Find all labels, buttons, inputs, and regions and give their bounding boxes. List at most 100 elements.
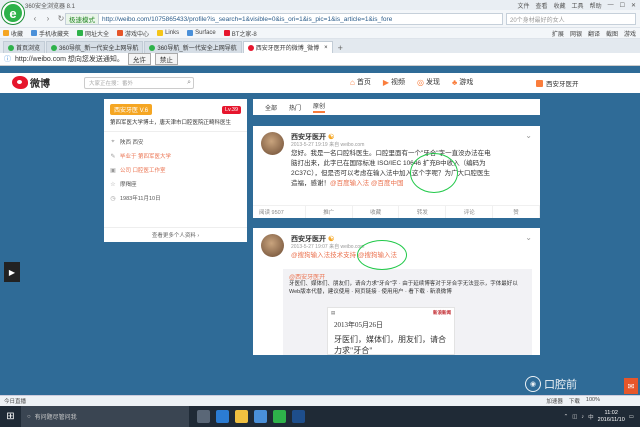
nav-discover[interactable]: ◎ 发现: [417, 77, 440, 87]
network-icon[interactable]: ◫: [572, 414, 577, 420]
store-icon[interactable]: [254, 410, 267, 423]
browser-logo-icon[interactable]: e: [2, 2, 24, 24]
tab-360-nav-2[interactable]: 360导航_新一代安全上网导航: [144, 41, 242, 53]
avatar[interactable]: [261, 234, 284, 257]
home-icon: ⌂: [350, 77, 355, 87]
weibo-search-input[interactable]: 大家正在搜：番外 ⌕: [84, 77, 194, 89]
feedback-icon[interactable]: ✉: [624, 378, 638, 394]
favorite-item[interactable]: 游戏中心: [117, 29, 149, 38]
profile-company[interactable]: ▣ 公司 口腔医工作室: [110, 163, 241, 177]
mention-link[interactable]: @百度输入法 @百度中国: [330, 180, 404, 187]
news-body: 牙医们，媒体们，朋友们，请合力求"牙合": [334, 335, 446, 355]
tab-360-nav[interactable]: 360导航_新一代安全上网导航: [46, 41, 144, 53]
deny-button[interactable]: 禁止: [154, 53, 178, 65]
profile-birthday: ◷ 1983年11月10日: [110, 195, 161, 203]
windows-start-icon[interactable]: ⊞: [0, 406, 21, 427]
screenshot-button[interactable]: 截图: [606, 29, 618, 38]
current-username[interactable]: 西安牙医开: [546, 78, 579, 88]
weibo-header: 微博 大家正在搜：番外 ⌕ ⌂ 首页 ▶ 视频 ◎ 发现 ♣ 游戏 西安牙医开: [0, 73, 640, 93]
bank-button[interactable]: 网银: [570, 29, 582, 38]
news-card[interactable]: ▤ 新浪新闻 2013年05月26日 牙医们，媒体们，朋友们，请合力求"牙合": [327, 307, 455, 355]
annotation-circle: [410, 153, 458, 193]
url-text[interactable]: http://weibo.com/1075865433/profile?is_s…: [99, 16, 392, 23]
game-center-icon: [117, 30, 124, 36]
volume-icon[interactable]: ♪: [581, 414, 584, 420]
post-actions: 阅读 9507 推广 收藏 转发 评论 赞: [253, 205, 540, 218]
favorite-item[interactable]: Links: [157, 30, 179, 36]
tab-original[interactable]: 原创: [313, 101, 326, 113]
accelerator-button[interactable]: 加速器: [546, 397, 563, 405]
level-badge[interactable]: Lv.39: [221, 105, 241, 114]
minimize-icon[interactable]: —: [608, 2, 614, 8]
browser-360-icon[interactable]: [273, 410, 286, 423]
tab-hot[interactable]: 热门: [289, 103, 301, 112]
favorite-item[interactable]: Surface: [187, 30, 216, 36]
tab-close-icon[interactable]: ×: [324, 45, 328, 51]
favorite-item[interactable]: 手机收藏夹: [31, 29, 69, 38]
video-play-icon[interactable]: ▶: [4, 262, 20, 282]
address-bar[interactable]: 极速模式 http://weibo.com/1075865433/profile…: [65, 13, 503, 25]
news-icon: ▤: [331, 310, 336, 315]
avatar[interactable]: [261, 132, 284, 155]
download-button[interactable]: 下载: [569, 397, 580, 405]
weibo-page: 西安牙医 V.6 Lv.39 第四军医大学博士，唐天津市口腔医院正畸科医生 ⌖ 陕…: [0, 93, 640, 355]
chevron-down-icon[interactable]: ⌄: [525, 233, 532, 242]
menu-favorites[interactable]: 收藏: [554, 1, 566, 10]
app-icon[interactable]: [292, 410, 305, 423]
nav-home[interactable]: ⌂ 首页: [350, 77, 371, 87]
vip-icon: ☯: [328, 134, 335, 141]
birthday-icon: ◷: [110, 195, 116, 202]
cortana-search[interactable]: ○ 有问题尽管问我: [21, 406, 189, 427]
menu-file[interactable]: 文件: [518, 1, 530, 10]
profile-zodiac: ☆ 摩羯座: [110, 181, 137, 189]
new-tab-button[interactable]: +: [334, 43, 347, 53]
vip-icon: ☯: [328, 236, 335, 243]
chevron-up-icon[interactable]: ⌃: [564, 414, 569, 420]
translate-button[interactable]: 翻译: [588, 29, 600, 38]
back-icon[interactable]: ‹: [30, 14, 40, 24]
menu-view[interactable]: 查看: [536, 1, 548, 10]
menu-tools[interactable]: 工具: [572, 1, 584, 10]
notification-icon[interactable]: ▭: [629, 414, 634, 420]
close-icon[interactable]: ✕: [631, 2, 636, 9]
favorite-button[interactable]: 收藏: [353, 206, 400, 218]
forward-icon[interactable]: ›: [43, 14, 53, 24]
like-button[interactable]: 赞: [493, 206, 540, 218]
tab-favicon: [51, 44, 58, 51]
user-menu[interactable]: 西安牙医开: [536, 78, 579, 88]
favorite-item[interactable]: 收藏: [3, 29, 23, 38]
search-icon[interactable]: ⌕: [187, 79, 191, 87]
browser-mode-label[interactable]: 极速模式: [66, 14, 99, 24]
weibo-logo[interactable]: 微博: [12, 75, 50, 90]
favorite-item[interactable]: BT之家-8: [223, 29, 257, 38]
explorer-icon[interactable]: [235, 410, 248, 423]
site-icon: [77, 30, 84, 36]
menu-help[interactable]: 帮助: [590, 1, 602, 10]
game-button[interactable]: 游戏: [624, 29, 636, 38]
live-link[interactable]: 今日直播: [4, 397, 26, 405]
extension-button[interactable]: 扩展: [552, 29, 564, 38]
browser-search-input[interactable]: 20个身材最好的女人: [506, 13, 636, 25]
tab-all[interactable]: 全部: [265, 103, 277, 112]
promote-button[interactable]: 推广: [306, 206, 353, 218]
favorite-item[interactable]: 网址大全: [77, 29, 109, 38]
zoom-level[interactable]: 100%: [586, 397, 600, 405]
verified-badge[interactable]: 西安牙医 V.6: [110, 104, 153, 115]
edge-icon[interactable]: [216, 410, 229, 423]
nav-video[interactable]: ▶ 视频: [383, 77, 405, 87]
chevron-down-icon[interactable]: ⌄: [525, 131, 532, 140]
tab-weibo[interactable]: 西安牙医开的微博_微博 ×: [242, 41, 333, 53]
maximize-icon[interactable]: ☐: [620, 2, 625, 9]
nav-game[interactable]: ♣ 游戏: [452, 77, 473, 87]
comment-button[interactable]: 评论: [446, 206, 494, 218]
tab-home[interactable]: 首页浏览: [3, 41, 46, 53]
profile-school[interactable]: ✎ 毕业于 第四军医大学: [110, 149, 241, 163]
repost-button[interactable]: 转发: [399, 206, 447, 218]
input-language[interactable]: 中: [588, 413, 594, 421]
task-view-icon[interactable]: [197, 410, 210, 423]
more-profile-link[interactable]: 查看更多个人资料 ›: [104, 227, 247, 242]
clock[interactable]: 11:02 2016/11/10: [598, 410, 625, 424]
allow-button[interactable]: 允许: [127, 53, 151, 65]
discover-icon: ◎: [417, 77, 424, 87]
repost-box: @西安牙医开 牙医们、媒体们、朋友们，请合力求"牙合"字 · 由于延续博客对于牙…: [283, 269, 532, 355]
